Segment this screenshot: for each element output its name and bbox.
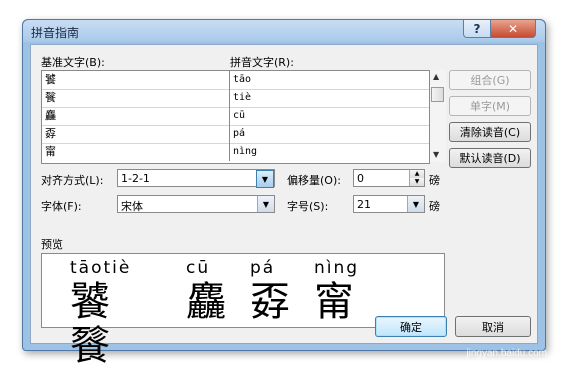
size-value: 21 [357, 198, 371, 211]
preview-characters: 麤 [186, 279, 226, 325]
grid-row: 孬 pá [42, 125, 429, 144]
offset-unit: 磅 [429, 174, 440, 187]
preview-pinyin: pá [250, 258, 276, 278]
close-icon: ✕ [507, 21, 519, 36]
pinyin-text-field[interactable]: pá [230, 125, 429, 143]
preview-characters: 甯 [314, 279, 354, 325]
chevron-down-icon[interactable]: ▼ [256, 170, 274, 188]
cancel-button[interactable]: 取消 [455, 316, 531, 337]
clear-reading-button[interactable]: 清除读音(C) [449, 122, 531, 142]
preview-pinyin: tāotiè [70, 258, 132, 278]
close-button[interactable]: ✕ [490, 20, 536, 38]
offset-value: 0 [357, 172, 364, 185]
size-select[interactable]: 21 ▼ [353, 195, 425, 213]
base-text-field[interactable]: 麤 [42, 107, 230, 125]
scroll-up-icon[interactable]: ▲ [433, 72, 439, 81]
grid-row: 饕 tāo [42, 71, 429, 90]
preview-label: 预览 [41, 238, 63, 251]
title-bar[interactable]: 拼音指南 ? ✕ [23, 20, 545, 42]
base-text-field[interactable]: 餮 [42, 89, 230, 107]
base-text-label: 基准文字(B): [41, 56, 105, 69]
base-text-field[interactable]: 饕 [42, 71, 230, 89]
preview-characters: 孬 [250, 279, 290, 325]
pinyin-guide-dialog: 拼音指南 ? ✕ 基准文字(B): 拼音文字(R): 饕 tāo 餮 tiè 麤… [22, 19, 546, 368]
dialog-title: 拼音指南 [31, 26, 80, 40]
size-unit: 磅 [429, 200, 440, 213]
font-value: 宋体 [121, 200, 143, 213]
default-reading-button[interactable]: 默认读音(D) [449, 148, 531, 168]
single-char-button[interactable]: 单字(M) [449, 96, 531, 116]
help-icon: ? [473, 21, 481, 36]
base-text-field[interactable]: 甯 [42, 143, 230, 161]
alignment-value: 1-2-1 [121, 172, 150, 185]
pinyin-text-field[interactable]: tāo [230, 71, 429, 89]
font-select[interactable]: 宋体 ▼ [117, 195, 275, 213]
chevron-down-icon[interactable]: ▼ [407, 196, 424, 212]
help-button[interactable]: ? [463, 20, 491, 38]
grid-scrollbar[interactable]: ▲ ▼ [430, 70, 446, 162]
spin-arrows[interactable]: ▲ ▼ [409, 170, 424, 186]
ok-button[interactable]: 确定 [375, 316, 447, 337]
grid-row: 餮 tiè [42, 89, 429, 108]
spin-up-icon[interactable]: ▲ [410, 170, 424, 178]
pinyin-text-field[interactable]: tiè [230, 89, 429, 107]
spin-down-icon[interactable]: ▼ [410, 178, 424, 186]
pinyin-text-field[interactable]: cū [230, 107, 429, 125]
watermark-text: jingyan.baidu.com [466, 348, 547, 359]
alignment-label: 对齐方式(L): [41, 174, 104, 187]
offset-stepper[interactable]: 0 ▲ ▼ [353, 169, 425, 187]
chevron-down-icon[interactable]: ▼ [257, 196, 274, 212]
font-label: 字体(F): [41, 200, 82, 213]
scroll-down-icon[interactable]: ▼ [433, 150, 439, 159]
scroll-thumb[interactable] [431, 87, 444, 102]
pinyin-text-label: 拼音文字(R): [230, 56, 294, 69]
group-button[interactable]: 组合(G) [449, 70, 531, 90]
pinyin-grid: 饕 tāo 餮 tiè 麤 cū 孬 pá 甯 nìng [41, 70, 430, 164]
offset-label: 偏移量(O): [287, 174, 341, 187]
preview-pinyin: cū [186, 258, 211, 278]
grid-row: 甯 nìng [42, 143, 429, 161]
size-label: 字号(S): [287, 200, 329, 213]
alignment-select[interactable]: 1-2-1 ▼ [117, 169, 275, 188]
pinyin-text-field[interactable]: nìng [230, 143, 429, 161]
preview-characters: 饕餮 [70, 279, 110, 369]
grid-row: 麤 cū [42, 107, 429, 126]
preview-pinyin: nìng [314, 258, 360, 278]
dialog-body: 基准文字(B): 拼音文字(R): 饕 tāo 餮 tiè 麤 cū 孬 pá … [30, 44, 538, 368]
base-text-field[interactable]: 孬 [42, 125, 230, 143]
